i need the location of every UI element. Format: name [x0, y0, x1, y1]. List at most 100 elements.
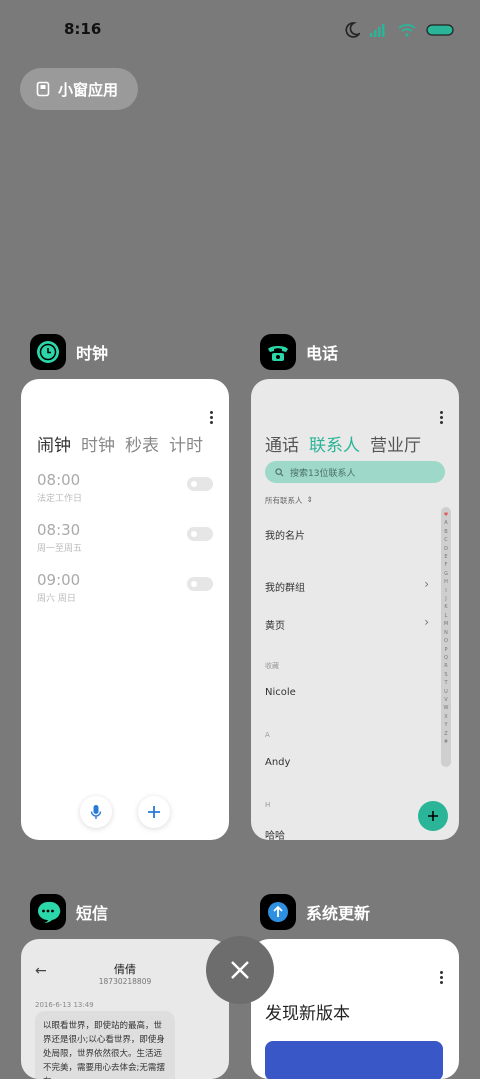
- alarm-toggle[interactable]: [187, 577, 213, 591]
- version-banner-image: [265, 1041, 443, 1079]
- tab-stopwatch[interactable]: 秒表: [125, 431, 159, 456]
- status-icons: [344, 22, 454, 38]
- clock-app-card[interactable]: 闹钟 时钟 秒表 计时 08:00 法定工作日 08:30 周一至周五 09:0…: [21, 379, 229, 840]
- chevron-right-icon: ›: [424, 615, 429, 629]
- more-options-icon[interactable]: [209, 409, 213, 426]
- alphabet-index-letter[interactable]: L: [441, 612, 451, 620]
- do-not-disturb-moon-icon: [345, 22, 360, 38]
- phone-app-header[interactable]: 电话: [260, 334, 338, 370]
- alphabet-index-letter[interactable]: Q: [441, 654, 451, 662]
- alphabet-index-letter[interactable]: E: [441, 553, 451, 561]
- search-placeholder: 搜索13位联系人: [290, 468, 356, 479]
- alphabet-index-letter[interactable]: W: [441, 704, 451, 712]
- alphabet-index-letter[interactable]: C: [441, 536, 451, 544]
- clock-tabs: 闹钟 时钟 秒表 计时: [37, 431, 203, 456]
- clock-app-header[interactable]: 时钟: [30, 334, 108, 370]
- alphabet-index-letter[interactable]: N: [441, 629, 451, 637]
- section-label: A: [265, 731, 270, 739]
- alphabet-index-letter[interactable]: V: [441, 696, 451, 704]
- clock-app-icon: [30, 334, 66, 370]
- alarm-item[interactable]: 08:00 法定工作日: [37, 471, 213, 504]
- system-update-app-header[interactable]: 系统更新: [260, 894, 370, 930]
- phone-tabs: 通话 联系人 营业厅: [265, 431, 421, 456]
- favorites-section-label: 收藏: [265, 662, 279, 670]
- alphabet-index-letter[interactable]: P: [441, 646, 451, 654]
- alphabet-index-letter[interactable]: H: [441, 578, 451, 586]
- sms-app-card[interactable]: ← 倩倩 18730218809 2016-6-13 13:49 以眼看世界，即…: [21, 939, 229, 1079]
- alphabet-index-letter[interactable]: Y: [441, 721, 451, 729]
- phone-app-card[interactable]: 通话 联系人 营业厅 搜索13位联系人 所有联系人 ⇕ 我的名片 我的群组 › …: [251, 379, 459, 840]
- alphabet-index-letter[interactable]: Z: [441, 730, 451, 738]
- phone-app-name: 电话: [306, 344, 339, 363]
- alarm-item[interactable]: 09:00 周六 周日: [37, 571, 213, 604]
- tab-clock[interactable]: 时钟: [81, 431, 115, 456]
- my-groups-row[interactable]: 我的群组: [265, 579, 445, 594]
- alphabet-index-letter[interactable]: O: [441, 637, 451, 645]
- chevron-right-icon: ›: [424, 577, 429, 591]
- contacts-search-input[interactable]: 搜索13位联系人: [265, 461, 445, 483]
- alphabet-index-letter[interactable]: I: [441, 587, 451, 595]
- alphabet-index-letter[interactable]: U: [441, 688, 451, 696]
- alphabet-index-letter[interactable]: B: [441, 528, 451, 536]
- sms-app-name: 短信: [76, 904, 109, 923]
- add-contact-button[interactable]: [418, 801, 448, 831]
- contact-row[interactable]: Nicole: [265, 687, 296, 698]
- battery-icon: [426, 24, 454, 36]
- alphabet-index-letter[interactable]: #: [441, 738, 451, 746]
- tab-timer[interactable]: 计时: [169, 431, 203, 456]
- alphabet-index-letter[interactable]: T: [441, 679, 451, 687]
- more-options-icon[interactable]: [439, 409, 443, 426]
- new-version-title: 发现新版本: [265, 1004, 350, 1024]
- alphabet-index-letter[interactable]: R: [441, 662, 451, 670]
- window-icon: [36, 81, 50, 97]
- my-card-row[interactable]: 我的名片: [265, 527, 445, 542]
- alphabet-index-letter[interactable]: ♥: [441, 511, 451, 519]
- sort-updown-icon: ⇕: [306, 495, 313, 504]
- my-groups-label: 我的群组: [265, 583, 305, 594]
- phone-app-icon: [260, 334, 296, 370]
- tab-calls[interactable]: 通话: [265, 431, 299, 456]
- close-icon: [231, 961, 249, 979]
- more-options-icon[interactable]: [439, 969, 443, 986]
- sms-app-header[interactable]: 短信: [30, 894, 108, 930]
- alarm-toggle[interactable]: [187, 527, 213, 541]
- alphabet-index-letter[interactable]: K: [441, 603, 451, 611]
- system-update-app-icon: [260, 894, 296, 930]
- signal-icon: [370, 24, 385, 37]
- sms-app-icon: [30, 894, 66, 930]
- alphabet-index-scrollbar[interactable]: ♥ A B C D E F G H I J K L M N O P Q R S T U V W X Y Z #: [441, 507, 451, 767]
- voice-alarm-button[interactable]: [80, 796, 112, 828]
- close-all-button[interactable]: [206, 936, 274, 1004]
- alarm-repeat: 法定工作日: [37, 494, 83, 504]
- alphabet-index-letter[interactable]: A: [441, 519, 451, 527]
- yellow-pages-row[interactable]: 黄页: [265, 617, 445, 632]
- alphabet-index-letter[interactable]: S: [441, 671, 451, 679]
- microphone-icon: [90, 805, 102, 819]
- alphabet-index-letter[interactable]: G: [441, 570, 451, 578]
- all-contacts-label: 所有联系人: [265, 496, 303, 505]
- plus-icon: [428, 811, 438, 821]
- conversation-contact-number: 18730218809: [98, 977, 152, 986]
- clock-app-name: 时钟: [76, 344, 109, 363]
- conversation-contact-name: 倩倩: [114, 963, 136, 976]
- alphabet-index-letter[interactable]: M: [441, 620, 451, 628]
- system-update-app-name: 系统更新: [306, 904, 371, 923]
- tab-contacts[interactable]: 联系人: [309, 431, 360, 456]
- contact-row[interactable]: 哈哈: [265, 827, 285, 840]
- alphabet-index-letter[interactable]: F: [441, 561, 451, 569]
- mini-window-apps-button[interactable]: 小窗应用: [20, 68, 138, 110]
- add-alarm-button[interactable]: [138, 796, 170, 828]
- tab-service-hall[interactable]: 营业厅: [370, 431, 421, 456]
- plus-icon: [148, 806, 160, 818]
- status-time: 8:16: [64, 20, 102, 38]
- contact-row[interactable]: Andy: [265, 757, 290, 768]
- tab-alarm[interactable]: 闹钟: [37, 431, 71, 456]
- alphabet-index-letter[interactable]: D: [441, 545, 451, 553]
- alphabet-index-letter[interactable]: X: [441, 713, 451, 721]
- system-update-app-card[interactable]: 发现新版本: [251, 939, 459, 1079]
- contacts-filter[interactable]: 所有联系人 ⇕: [265, 495, 313, 506]
- alphabet-index-letter[interactable]: J: [441, 595, 451, 603]
- alarm-item[interactable]: 08:30 周一至周五: [37, 521, 213, 554]
- message-bubble: 以眼看世界，即使站的最高，世界还是很小;以心看世界，即使身处局限，世界依然很大。…: [35, 1011, 175, 1079]
- alarm-toggle[interactable]: [187, 477, 213, 491]
